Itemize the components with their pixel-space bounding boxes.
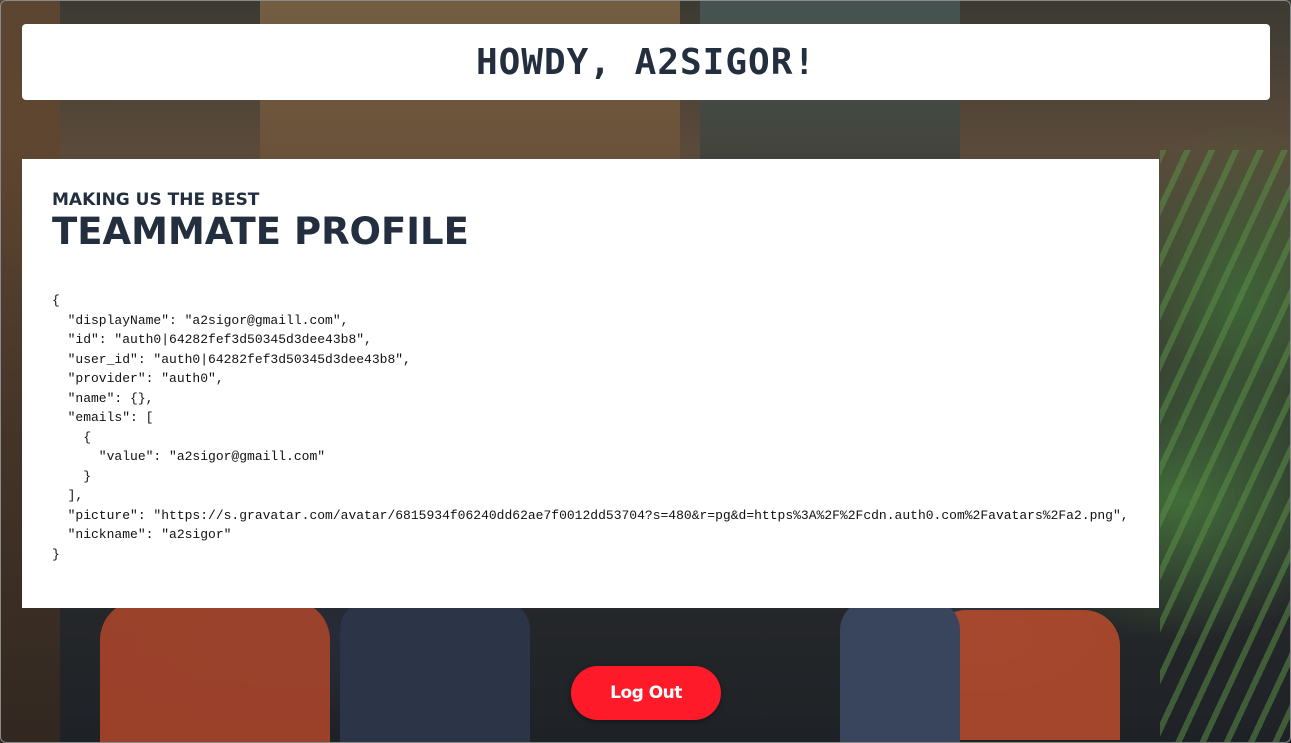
greeting-title: HOWDY, A2SIGOR! xyxy=(475,41,817,83)
profile-json: { "displayName": "a2sigor@gmaill.com", "… xyxy=(52,293,1129,562)
profile-subtitle: MAKING US THE BEST xyxy=(52,190,260,210)
profile-card: MAKING US THE BEST TEAMMATE PROFILE { "d… xyxy=(22,159,1159,608)
logout-button[interactable]: Log Out xyxy=(571,666,721,720)
greeting-header: HOWDY, A2SIGOR! xyxy=(22,24,1270,100)
profile-title: TEAMMATE PROFILE xyxy=(52,210,469,253)
